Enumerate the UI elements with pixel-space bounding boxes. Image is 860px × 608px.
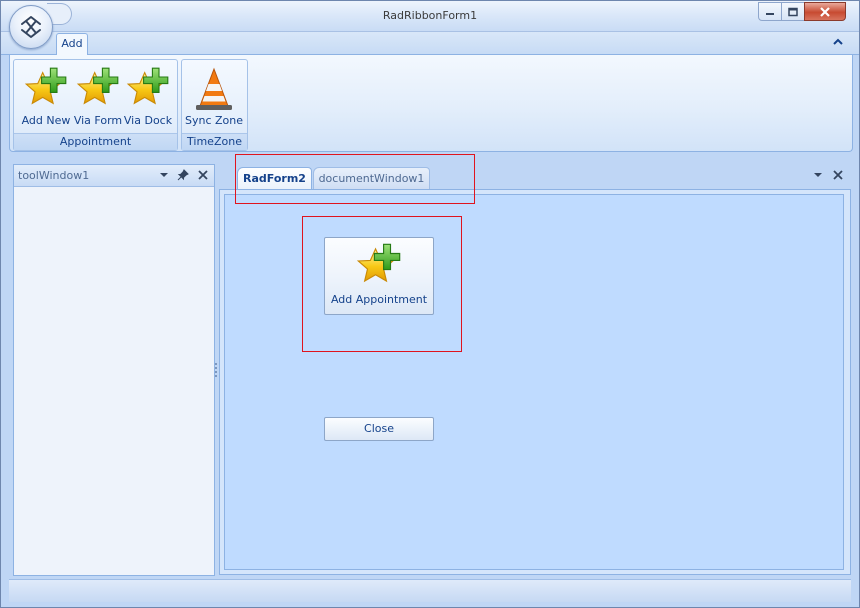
document-list-button[interactable] xyxy=(812,169,824,181)
sync-zone-button[interactable]: Sync Zone xyxy=(185,64,243,128)
pin-icon xyxy=(177,169,189,181)
close-window-button[interactable] xyxy=(804,2,846,21)
ribbon-tab-strip xyxy=(1,32,859,55)
tool-window: toolWindow1 xyxy=(13,164,215,576)
via-dock-button[interactable]: Via Dock xyxy=(122,64,174,128)
add-new-button[interactable]: Add New xyxy=(20,64,72,128)
traffic-cone-icon xyxy=(196,67,232,110)
sync-zone-label: Sync Zone xyxy=(184,114,243,127)
pin-button[interactable] xyxy=(177,169,189,181)
title-bar: RadRibbonForm1 xyxy=(1,1,859,32)
via-form-button[interactable]: Via Form xyxy=(72,64,124,128)
chevron-up-icon xyxy=(833,38,843,45)
collapse-ribbon-button[interactable] xyxy=(831,35,845,49)
star-plus-icon xyxy=(76,66,120,110)
status-strip xyxy=(9,579,851,602)
document-close-button[interactable] xyxy=(832,169,844,181)
via-dock-label: Via Dock xyxy=(123,114,173,127)
tool-window-title: toolWindow1 xyxy=(18,169,90,182)
tool-window-close-button[interactable] xyxy=(197,169,209,181)
close-button[interactable]: Close xyxy=(324,417,434,441)
highlight-box-button xyxy=(302,216,462,352)
ribbon-group-appointment: Add New Via Form Via Dock Appointment xyxy=(13,59,178,151)
star-plus-icon xyxy=(126,66,170,110)
highlight-box-tabs xyxy=(235,154,475,204)
maximize-icon xyxy=(788,7,798,16)
close-icon xyxy=(833,170,843,180)
minimize-button[interactable] xyxy=(758,2,782,21)
minimize-icon xyxy=(766,12,774,15)
group-label-timezone: TimeZone xyxy=(182,133,247,150)
window-title: RadRibbonForm1 xyxy=(382,9,478,22)
maximize-button[interactable] xyxy=(781,2,805,21)
star-plus-icon xyxy=(24,66,68,110)
close-icon xyxy=(198,170,208,180)
group-label-appointment: Appointment xyxy=(14,133,177,150)
ribbon-tab-add[interactable]: Add xyxy=(56,33,88,55)
telerik-logo-icon xyxy=(21,16,41,38)
tool-window-caption: toolWindow1 xyxy=(14,165,214,187)
ribbon-group-timezone: Sync Zone TimeZone xyxy=(181,59,248,151)
app-window: RadRibbonForm1 Add Add New Via Form Via … xyxy=(0,0,860,608)
application-menu-button[interactable] xyxy=(9,5,53,49)
tool-window-menu-button[interactable] xyxy=(158,169,170,181)
dropdown-icon xyxy=(814,173,822,177)
dropdown-icon xyxy=(160,173,168,177)
add-new-label: Add New xyxy=(21,114,71,127)
close-icon xyxy=(820,6,830,17)
